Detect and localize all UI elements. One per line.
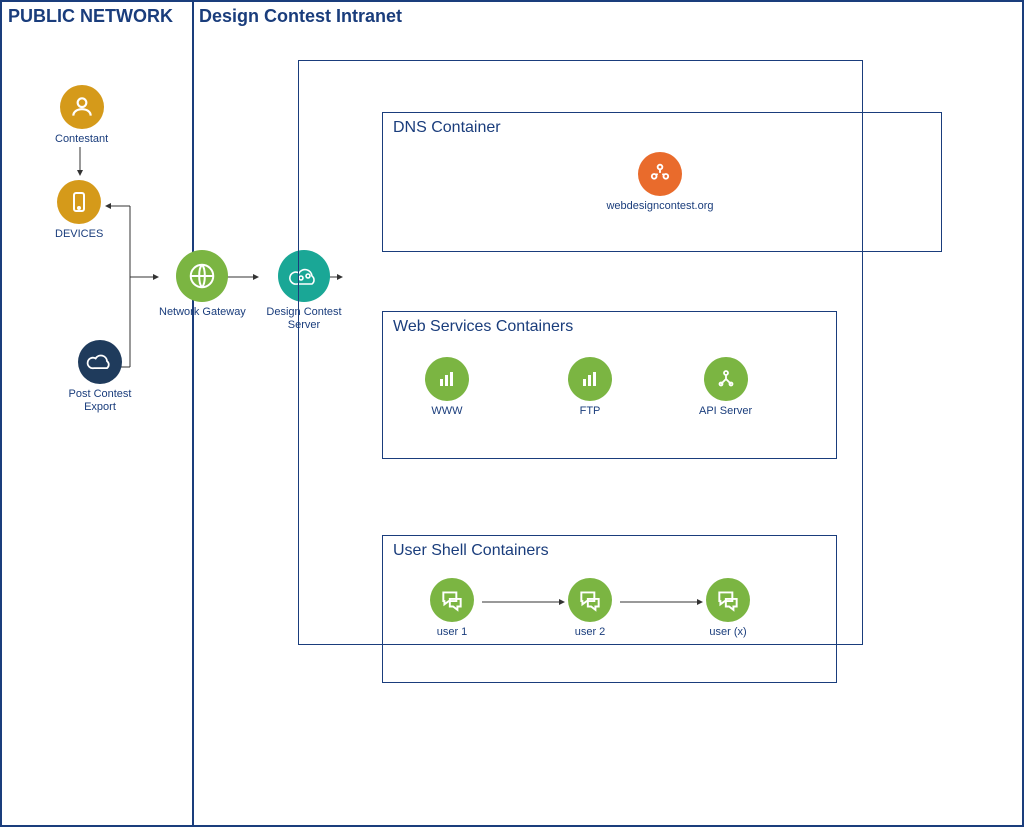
ftp-label: FTP <box>580 405 601 418</box>
dns-container-title: DNS Container <box>393 119 501 137</box>
user-2-label: user 2 <box>575 626 606 639</box>
network-gateway-node: Network Gateway <box>159 250 246 319</box>
zone-divider <box>192 2 194 825</box>
devices-label: DEVICES <box>55 228 103 241</box>
dns-node-label: webdesigncontest.org <box>606 200 713 213</box>
user-2-node: user 2 <box>568 578 612 639</box>
globe-icon <box>176 250 228 302</box>
bars-icon <box>425 357 469 401</box>
intranet-title: Design Contest Intranet <box>199 6 402 27</box>
api-icon <box>704 357 748 401</box>
public-network-title: PUBLIC NETWORK <box>8 6 173 27</box>
api-server-label: API Server <box>699 405 752 418</box>
www-node: WWW <box>425 357 469 418</box>
group-icon <box>638 152 682 196</box>
user-1-node: user 1 <box>430 578 474 639</box>
ftp-node: FTP <box>568 357 612 418</box>
bars-icon <box>568 357 612 401</box>
www-label: WWW <box>431 405 462 418</box>
api-server-node: API Server <box>699 357 752 418</box>
chat-icon <box>568 578 612 622</box>
cloud-icon <box>78 340 122 384</box>
user-x-node: user (x) <box>706 578 750 639</box>
device-icon <box>57 180 101 224</box>
contestant-node: Contestant <box>55 85 108 146</box>
post-contest-export-node: Post Contest Export <box>55 340 145 414</box>
devices-node: DEVICES <box>55 180 103 241</box>
user-x-label: user (x) <box>709 626 746 639</box>
contestant-label: Contestant <box>55 133 108 146</box>
post-contest-export-label: Post Contest Export <box>55 388 145 414</box>
web-services-container-title: Web Services Containers <box>393 318 573 336</box>
chat-icon <box>430 578 474 622</box>
user-shell-container-title: User Shell Containers <box>393 542 549 560</box>
diagram-canvas: PUBLIC NETWORK Design Contest Intranet <box>0 0 1024 827</box>
user-1-label: user 1 <box>437 626 468 639</box>
user-icon <box>60 85 104 129</box>
dns-node: webdesigncontest.org <box>560 152 760 213</box>
network-gateway-label: Network Gateway <box>159 306 246 319</box>
chat-icon <box>706 578 750 622</box>
